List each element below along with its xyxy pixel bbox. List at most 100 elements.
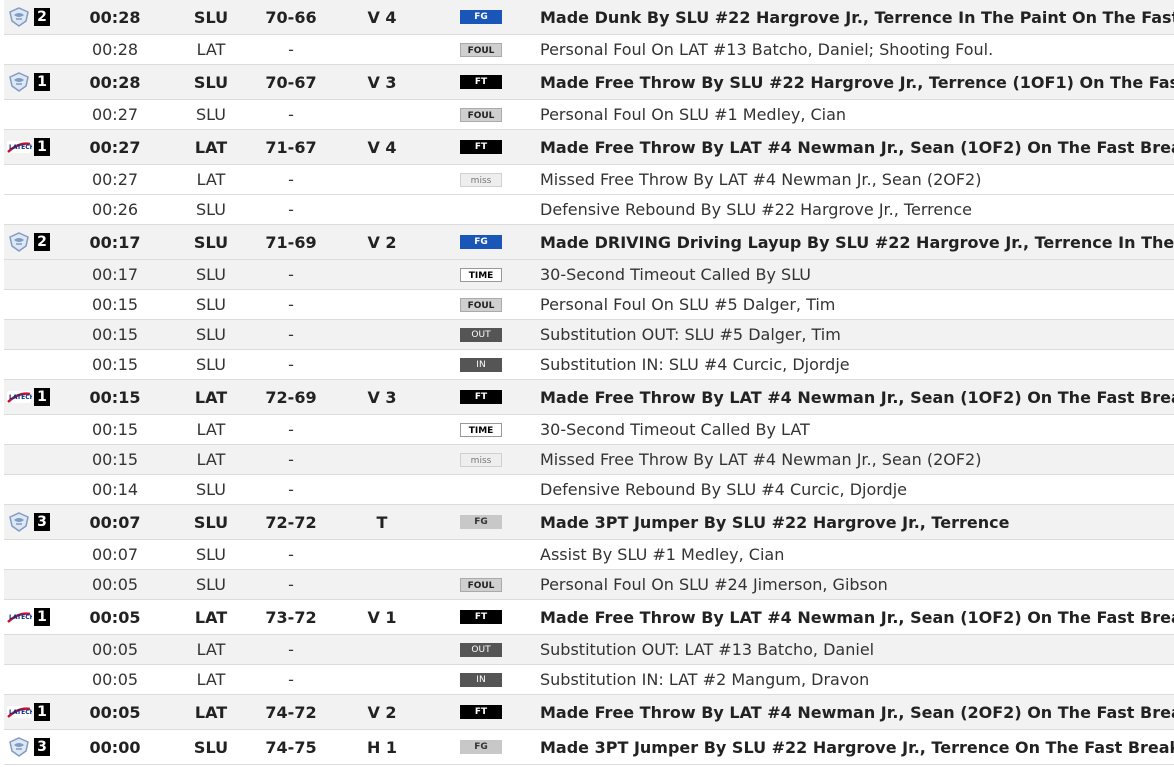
game-clock: 00:15 — [91, 295, 139, 314]
play-type-badge: FT — [460, 610, 502, 624]
points-badge: 2 — [34, 8, 50, 26]
play-row-21: 00:05 LAT - IN Substitution IN: LAT #2 M… — [4, 665, 1174, 695]
points-cell: 1 — [34, 388, 58, 406]
play-description: Made Dunk By SLU #22 Hargrove Jr., Terre… — [540, 7, 1174, 27]
score: - — [288, 420, 294, 439]
points-badge: 1 — [34, 608, 50, 626]
points-cell: 3 — [34, 738, 58, 756]
svg-text:LATECH: LATECH — [9, 144, 32, 151]
play-type-cell: FOUL — [432, 42, 530, 57]
team-abbr: SLU — [196, 355, 226, 374]
team-abbr: LAT — [194, 137, 228, 157]
play-description: 30-Second Timeout Called By SLU — [540, 265, 812, 284]
play-type-cell: FOUL — [432, 297, 530, 312]
score: 74-75 — [265, 737, 317, 757]
play-row-22: LATECH 1 00:05 LAT 74-72 V 2 FT Made Fre… — [4, 695, 1174, 730]
points-badge: 2 — [34, 233, 50, 251]
play-by-play-list: 2 00:28 SLU 70-66 V 4 FG Made Dunk By SL… — [0, 0, 1174, 765]
play-row-13: 00:15 LAT - TIME 30-Second Timeout Calle… — [4, 415, 1174, 445]
team-abbr: LAT — [196, 640, 226, 659]
score: 74-72 — [265, 702, 317, 722]
play-row-16: 3 00:07 SLU 72-72 T FG Made 3PT Jumper B… — [4, 505, 1174, 540]
play-description: Personal Foul On SLU #5 Dalger, Tim — [540, 295, 836, 314]
points-cell: 1 — [34, 138, 58, 156]
score-margin: V 2 — [367, 232, 397, 252]
play-type-cell: OUT — [432, 642, 530, 657]
game-clock: 00:26 — [91, 200, 139, 219]
play-type-cell: FT — [432, 140, 530, 154]
score: 71-67 — [265, 137, 317, 157]
team-abbr: LAT — [196, 170, 226, 189]
play-type-badge: miss — [460, 452, 502, 467]
team-abbr: LAT — [196, 420, 226, 439]
team-abbr: LAT — [196, 670, 226, 689]
play-type-badge: TIME — [460, 422, 502, 437]
play-type-badge: IN — [460, 357, 502, 372]
team-abbr: SLU — [196, 575, 226, 594]
play-type-badge: OUT — [460, 327, 502, 342]
play-type-badge: FOUL — [460, 42, 502, 57]
game-clock: 00:27 — [91, 170, 139, 189]
game-clock: 00:00 — [89, 737, 141, 757]
score: 72-72 — [265, 512, 317, 532]
score-margin: V 4 — [367, 7, 397, 27]
team-abbr: SLU — [196, 480, 226, 499]
game-clock: 00:28 — [89, 72, 141, 92]
play-row-9: 00:15 SLU - FOUL Personal Foul On SLU #5… — [4, 290, 1174, 320]
play-row-7: 2 00:17 SLU 71-69 V 2 FG Made DRIVING Dr… — [4, 225, 1174, 260]
points-badge: 3 — [34, 513, 50, 531]
team-abbr: SLU — [196, 200, 226, 219]
slu-logo-icon — [4, 72, 34, 92]
game-clock: 00:15 — [91, 325, 139, 344]
play-row-3: 00:27 SLU - FOUL Personal Foul On SLU #1… — [4, 100, 1174, 130]
play-description: Missed Free Throw By LAT #4 Newman Jr., … — [540, 170, 982, 189]
game-clock: 00:17 — [89, 232, 141, 252]
play-type-cell: FG — [432, 235, 530, 249]
play-row-2: 1 00:28 SLU 70-67 V 3 FT Made Free Throw… — [4, 65, 1174, 100]
score: - — [288, 200, 294, 219]
play-type-badge: FG — [460, 10, 502, 24]
play-type-badge: FT — [460, 140, 502, 154]
points-cell: 1 — [34, 703, 58, 721]
play-type-badge: FT — [460, 705, 502, 719]
team-abbr: SLU — [196, 265, 226, 284]
play-type-badge: OUT — [460, 642, 502, 657]
play-row-17: 00:07 SLU - Assist By SLU #1 Medley, Cia… — [4, 540, 1174, 570]
play-description: Made Free Throw By LAT #4 Newman Jr., Se… — [540, 387, 1174, 407]
team-abbr: LAT — [194, 387, 228, 407]
team-abbr: SLU — [196, 105, 226, 124]
team-abbr: LAT — [196, 450, 226, 469]
play-row-11: 00:15 SLU - IN Substitution IN: SLU #4 C… — [4, 350, 1174, 380]
play-row-8: 00:17 SLU - TIME 30-Second Timeout Calle… — [4, 260, 1174, 290]
points-cell: 2 — [34, 233, 58, 251]
game-clock: 00:28 — [91, 40, 139, 59]
slu-logo-icon — [4, 512, 34, 532]
game-clock: 00:07 — [91, 545, 139, 564]
play-type-badge: miss — [460, 172, 502, 187]
team-abbr: LAT — [194, 607, 228, 627]
slu-logo-icon — [4, 232, 34, 252]
lat-logo-icon: LATECH — [4, 388, 34, 406]
game-clock: 00:05 — [89, 702, 141, 722]
play-type-badge: FOUL — [460, 297, 502, 312]
game-clock: 00:15 — [91, 420, 139, 439]
lat-logo-icon: LATECH — [4, 608, 34, 626]
play-description: 30-Second Timeout Called By LAT — [540, 420, 810, 439]
play-type-cell: FOUL — [432, 577, 530, 592]
play-description: Made Free Throw By LAT #4 Newman Jr., Se… — [540, 137, 1174, 157]
game-clock: 00:27 — [89, 137, 141, 157]
play-type-badge: TIME — [460, 267, 502, 282]
team-abbr: SLU — [193, 7, 229, 27]
play-type-badge: FG — [460, 515, 502, 529]
play-type-cell: FOUL — [432, 107, 530, 122]
slu-logo-icon — [4, 7, 34, 27]
play-description: Personal Foul On LAT #13 Batcho, Daniel;… — [540, 40, 994, 59]
play-description: Substitution OUT: LAT #13 Batcho, Daniel — [540, 640, 875, 659]
play-description: Substitution IN: LAT #2 Mangum, Dravon — [540, 670, 870, 689]
play-type-cell: FT — [432, 610, 530, 624]
game-clock: 00:17 — [91, 265, 139, 284]
play-description: Made 3PT Jumper By SLU #22 Hargrove Jr.,… — [540, 512, 1010, 532]
play-row-1: 00:28 LAT - FOUL Personal Foul On LAT #1… — [4, 35, 1174, 65]
play-description: Made 3PT Jumper By SLU #22 Hargrove Jr.,… — [540, 737, 1174, 757]
play-type-cell: FG — [432, 515, 530, 529]
